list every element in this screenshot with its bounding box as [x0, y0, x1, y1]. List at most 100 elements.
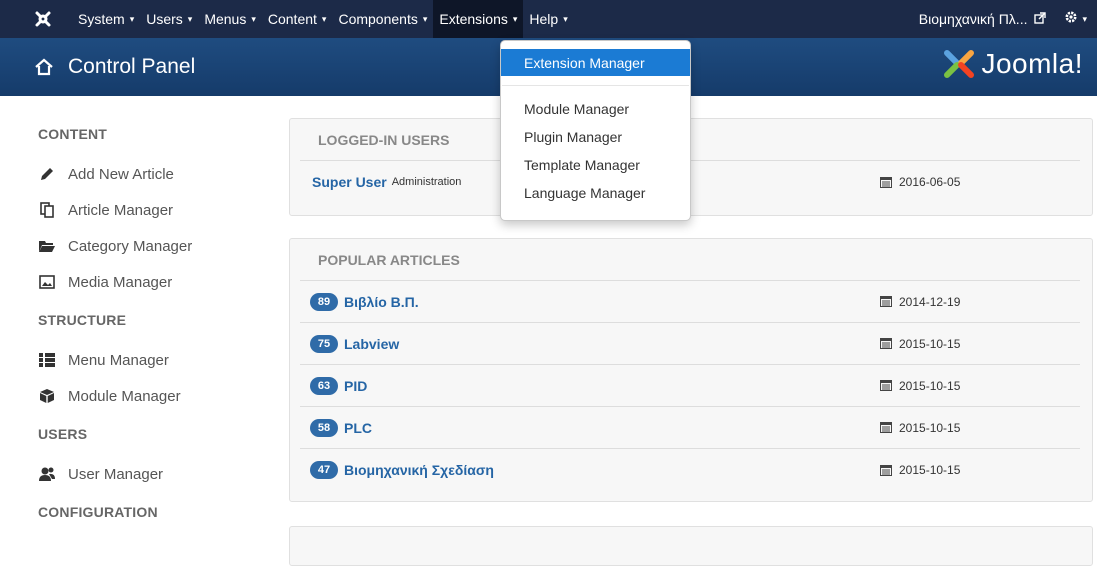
hits-badge: 75	[310, 334, 338, 353]
caret-down-icon: ▾	[187, 13, 193, 24]
sidebar-heading-configuration: CONFIGURATION	[38, 504, 158, 520]
recently-added-panel	[289, 526, 1093, 566]
menu-users[interactable]: Users ▾	[140, 0, 198, 38]
menu-help-label: Help	[529, 11, 559, 27]
menu-extensions[interactable]: Extensions ▾	[433, 0, 524, 38]
gear-icon	[1064, 10, 1078, 28]
hits-badge: 89	[310, 292, 338, 311]
menu-item-plugin-manager[interactable]: Plugin Manager	[501, 123, 690, 151]
menu-item-language-manager[interactable]: Language Manager	[501, 179, 690, 207]
table-row: 75 Labview 2015-10-15	[300, 323, 1080, 365]
sidebar-item-media-manager[interactable]: Media Manager	[38, 264, 268, 300]
date-text: 2016-06-05	[899, 175, 961, 189]
article-date: 2015-10-15	[880, 379, 960, 393]
users-icon	[38, 466, 56, 482]
article-date: 2014-12-19	[880, 295, 960, 309]
calendar-icon	[880, 176, 892, 188]
menu-system-label: System	[78, 11, 125, 27]
sidebar-item-label: User Manager	[68, 465, 164, 483]
sidebar-heading-content: CONTENT	[38, 126, 108, 142]
menu-extensions-label: Extensions	[439, 11, 508, 27]
caret-down-icon: ▾	[321, 13, 327, 24]
caret-down-icon: ▾	[422, 13, 428, 24]
last-activity: 2016-06-05	[880, 175, 960, 189]
menu-system[interactable]: System ▾	[72, 0, 140, 38]
sidebar-item-label: Module Manager	[68, 387, 181, 405]
menu-menus[interactable]: Menus ▾	[198, 0, 262, 38]
sidebar: CONTENT Add New Article Article Manager …	[38, 120, 268, 534]
navbar-right: Βιομηχανική Πλ... ▾	[919, 0, 1097, 38]
sidebar-item-label: Menu Manager	[68, 351, 169, 369]
menu-components[interactable]: Components ▾	[332, 0, 433, 38]
dropdown-divider	[502, 85, 689, 86]
menu-item-module-manager[interactable]: Module Manager	[501, 95, 690, 123]
date-text: 2015-10-15	[899, 420, 961, 435]
site-link[interactable]: Βιομηχανική Πλ...	[919, 11, 1047, 27]
caret-down-icon: ▾	[563, 13, 568, 24]
cube-icon	[38, 388, 56, 404]
article-link[interactable]: Labview	[344, 336, 399, 352]
image-icon	[38, 275, 56, 289]
table-row: 58 PLC 2015-10-15	[300, 407, 1080, 449]
table-row: 89 Βιβλίο Β.Π. 2014-12-19	[300, 281, 1080, 323]
sidebar-item-category-manager[interactable]: Category Manager	[38, 228, 268, 264]
sidebar-item-article-manager[interactable]: Article Manager	[38, 192, 268, 228]
joomla-brand-logo: Joomla!	[941, 48, 1083, 80]
logged-in-users-panel: LOGGED-IN USERS Super User Administratio…	[289, 118, 1093, 216]
menu-item-extension-manager[interactable]: Extension Manager	[501, 49, 690, 76]
caret-down-icon: ▾	[1082, 13, 1087, 24]
user-client: Administration	[391, 176, 462, 188]
sidebar-item-add-new-article[interactable]: Add New Article	[38, 156, 268, 192]
joomla-logo-icon[interactable]	[34, 10, 58, 28]
sidebar-item-label: Article Manager	[68, 201, 174, 219]
menu-content-label: Content	[267, 11, 317, 27]
sidebar-heading-structure: STRUCTURE	[38, 312, 127, 328]
sidebar-item-module-manager[interactable]: Module Manager	[38, 378, 268, 414]
article-date: 2015-10-15	[880, 463, 960, 477]
menu-content[interactable]: Content ▾	[262, 0, 333, 38]
date-text: 2015-10-15	[899, 378, 961, 393]
calendar-icon	[880, 380, 892, 391]
sidebar-item-label: Add New Article	[68, 165, 174, 183]
sidebar-item-label: Category Manager	[68, 237, 193, 255]
table-row: 47 Βιομηχανική Σχεδίαση 2015-10-15	[300, 449, 1080, 491]
home-icon	[34, 58, 54, 76]
user-menu-toggle[interactable]: ▾	[1064, 10, 1087, 28]
extensions-dropdown: Extension Manager Module Manager Plugin …	[500, 40, 691, 221]
article-date: 2015-10-15	[880, 337, 960, 351]
date-text: 2014-12-19	[899, 294, 961, 309]
pencil-icon	[38, 166, 56, 182]
hits-badge: 58	[310, 418, 338, 437]
calendar-icon	[880, 338, 892, 349]
sidebar-item-user-manager[interactable]: User Manager	[38, 456, 268, 492]
hits-badge: 47	[310, 461, 338, 479]
date-text: 2015-10-15	[899, 463, 961, 477]
article-link[interactable]: PID	[344, 378, 367, 394]
top-navbar: System ▾ Users ▾ Menus ▾ Content ▾ Component…	[0, 0, 1097, 38]
menu-help[interactable]: Help ▾	[523, 0, 573, 38]
menu-components-label: Components	[338, 11, 418, 27]
caret-down-icon: ▾	[512, 13, 518, 24]
caret-down-icon: ▾	[251, 13, 256, 24]
sidebar-item-label: Media Manager	[68, 273, 173, 291]
brand-name: Joomla!	[981, 48, 1083, 79]
user-link[interactable]: Super User	[312, 174, 387, 190]
article-link[interactable]: Βιβλίο Β.Π.	[344, 294, 419, 310]
calendar-icon	[880, 296, 892, 307]
joomla-brand-icon	[944, 50, 975, 78]
caret-down-icon: ▾	[129, 13, 135, 24]
sidebar-item-menu-manager[interactable]: Menu Manager	[38, 342, 268, 378]
external-link-icon	[1034, 11, 1047, 27]
menu-item-template-manager[interactable]: Template Manager	[501, 151, 690, 179]
article-link[interactable]: PLC	[344, 420, 372, 436]
article-link[interactable]: Βιομηχανική Σχεδίαση	[344, 462, 494, 478]
sidebar-heading-users: USERS	[38, 426, 88, 442]
popular-articles-panel: POPULAR ARTICLES 89 Βιβλίο Β.Π. 2014-12-…	[289, 238, 1093, 502]
folder-open-icon	[38, 239, 56, 253]
calendar-icon	[880, 422, 892, 433]
page-title: Control Panel	[68, 55, 196, 78]
menu-users-label: Users	[146, 11, 183, 27]
menu-menus-label: Menus	[204, 11, 247, 27]
hits-badge: 63	[310, 376, 338, 395]
article-date: 2015-10-15	[880, 421, 960, 435]
